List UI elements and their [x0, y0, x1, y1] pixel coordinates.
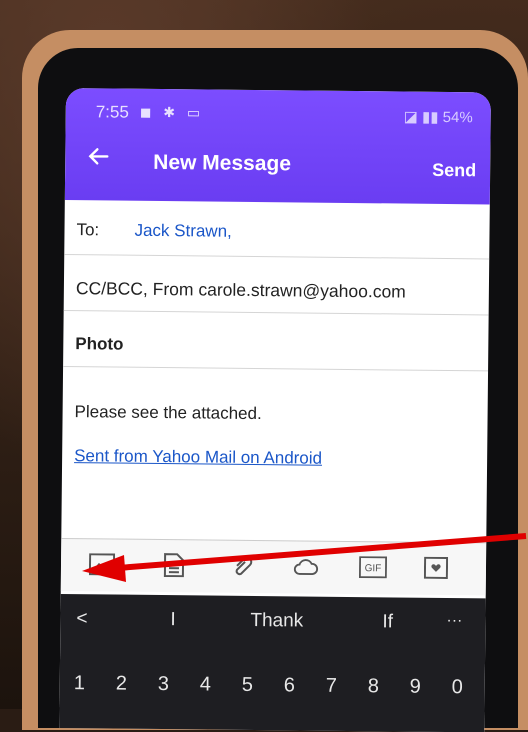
red-arrow-annotation	[82, 533, 527, 582]
